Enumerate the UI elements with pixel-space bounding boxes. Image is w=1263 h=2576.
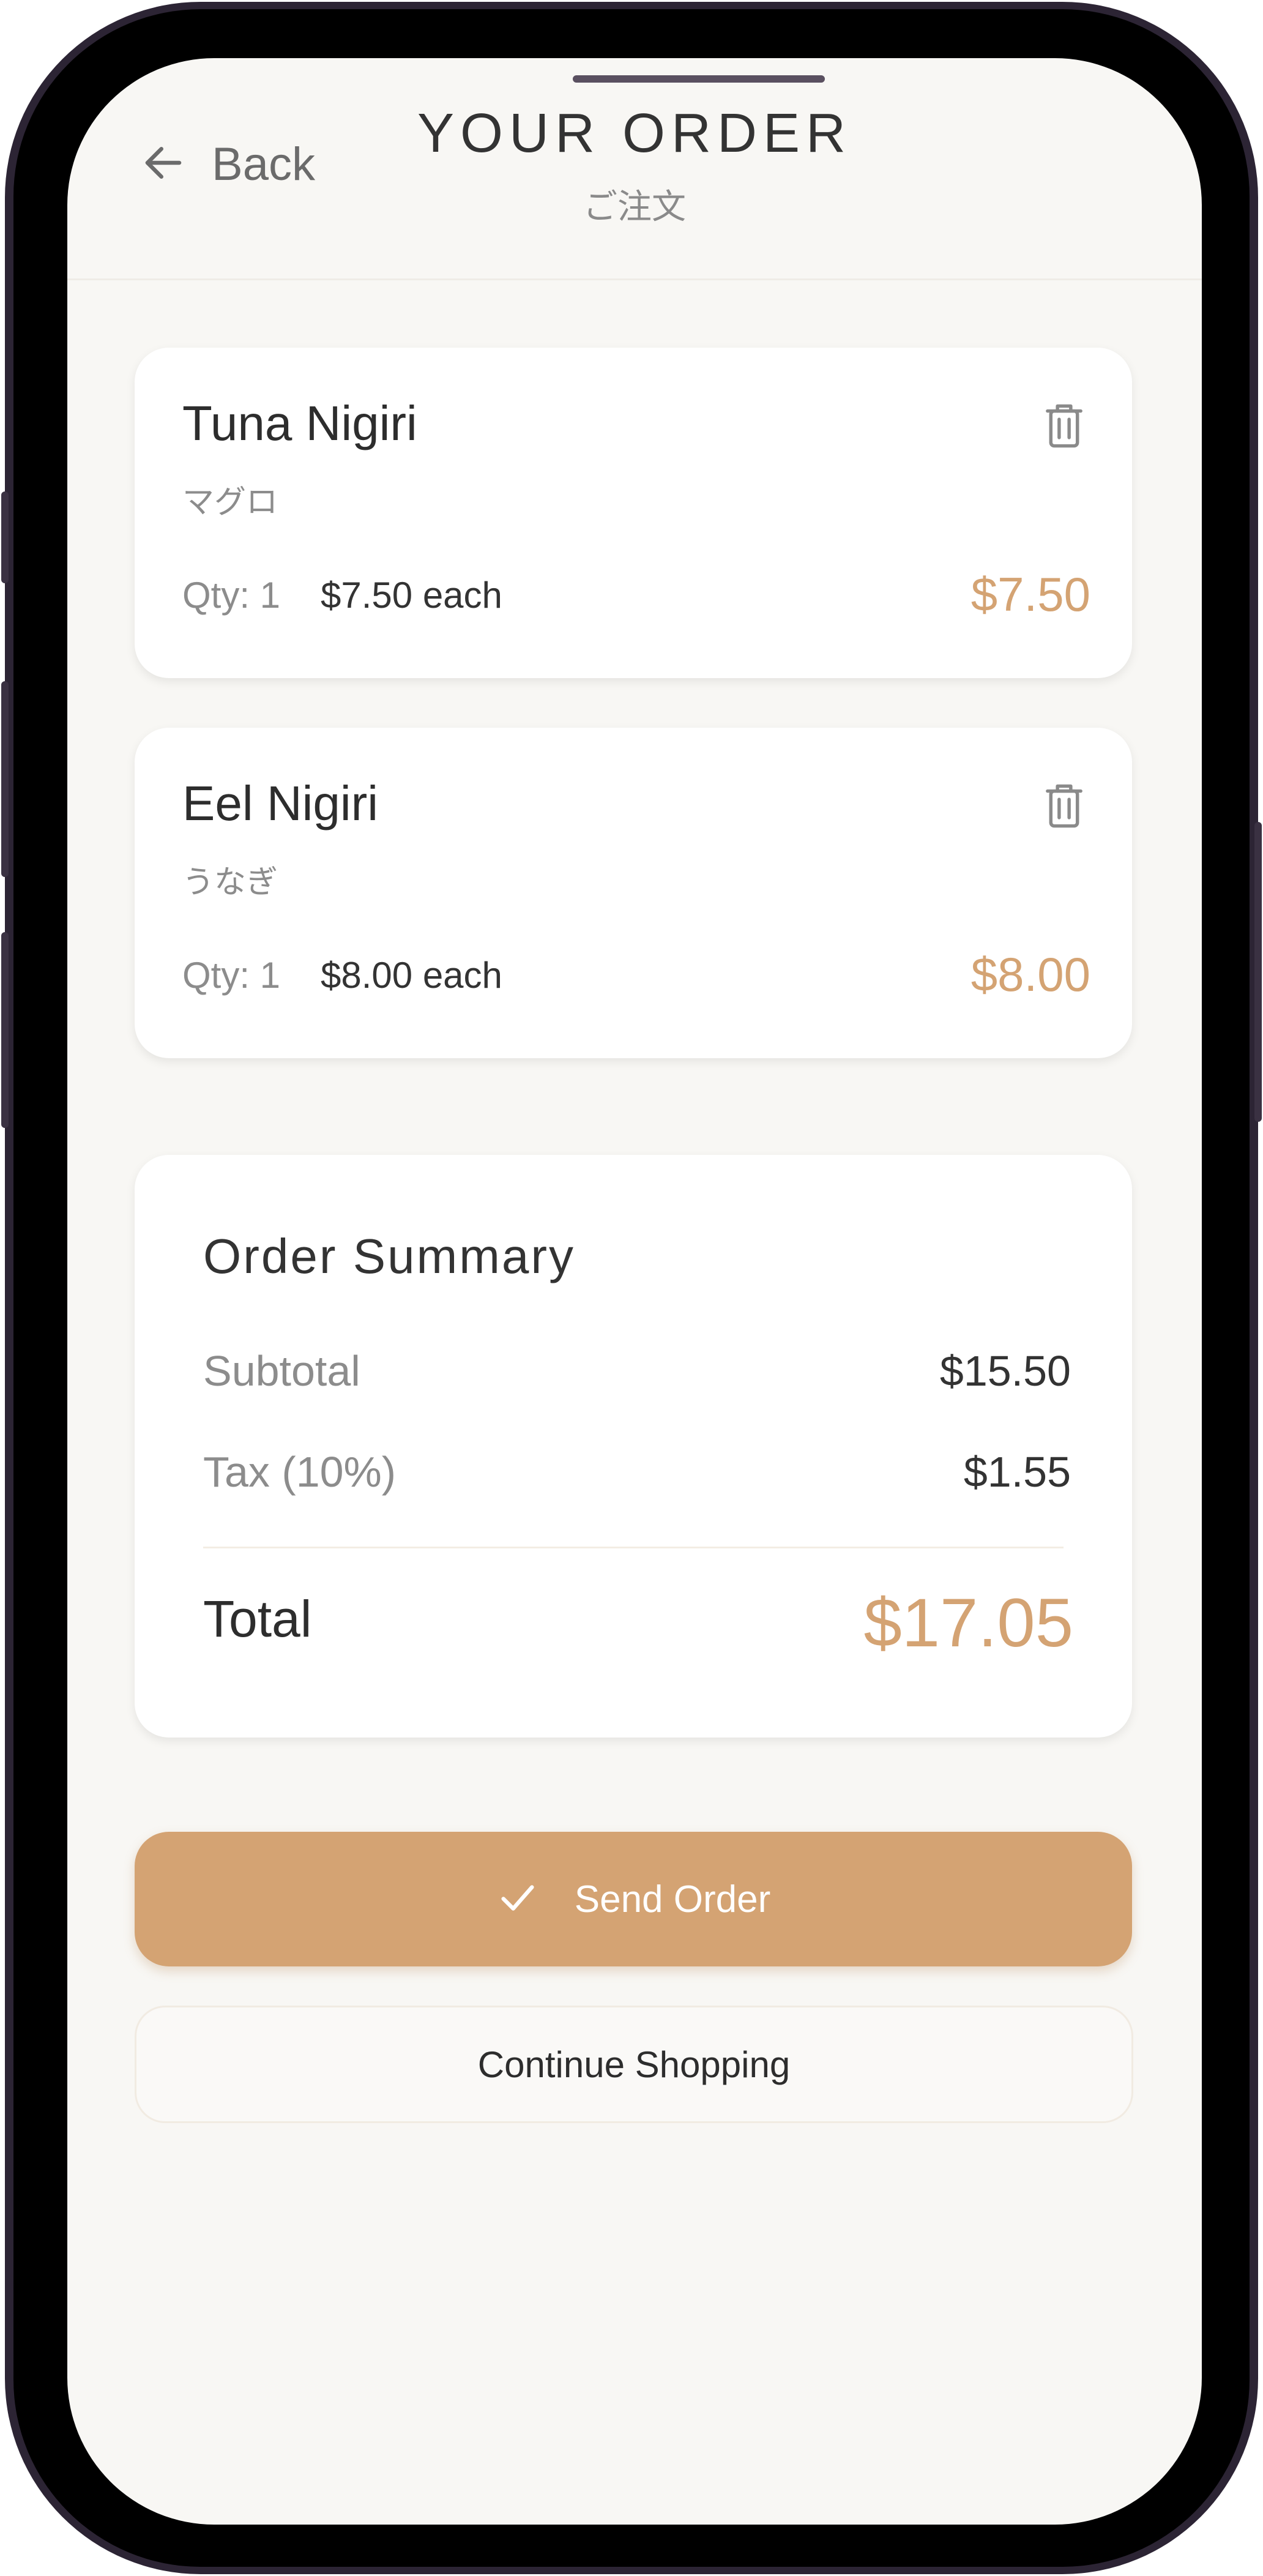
page-title: YOUR ORDER — [417, 103, 852, 164]
order-summary-card: Order Summary Subtotal $15.50 Tax (10%) … — [135, 1155, 1132, 1738]
continue-shopping-button[interactable]: Continue Shopping — [135, 2006, 1133, 2123]
item-line-total: $8.00 — [971, 947, 1090, 1001]
item-name: Tuna Nigiri — [182, 396, 417, 450]
continue-shopping-label: Continue Shopping — [477, 2044, 791, 2085]
item-quantity: Qty: 1 — [182, 955, 281, 996]
order-item-card: Eel Nigiri うなぎ Qty: 1 $8.00 each $8.00 — [135, 728, 1132, 1058]
send-order-label: Send Order — [574, 1878, 771, 1921]
item-line-total: $7.50 — [971, 567, 1090, 621]
item-unit-price: $8.00 each — [321, 955, 502, 996]
side-button-left-low — [1, 932, 9, 1128]
check-icon — [496, 1876, 575, 1922]
header: Back YOUR ORDER ご注文 — [67, 58, 1202, 280]
item-name-jp: マグロ — [182, 485, 278, 520]
total-value: $17.05 — [863, 1585, 1073, 1661]
tax-value: $1.55 — [963, 1448, 1071, 1496]
item-unit-price: $7.50 each — [321, 575, 502, 616]
item-quantity: Qty: 1 — [182, 575, 281, 616]
side-button-left-mid — [1, 681, 9, 877]
app-screen: Back YOUR ORDER ご注文 Tuna Nigiri マグロ Qty:… — [67, 58, 1202, 2525]
phone-frame: Back YOUR ORDER ご注文 Tuna Nigiri マグロ Qty:… — [1, 2, 1262, 2574]
trash-icon[interactable] — [1044, 403, 1084, 449]
tax-label: Tax (10%) — [203, 1448, 397, 1496]
subtotal-value: $15.50 — [939, 1347, 1071, 1395]
summary-divider — [203, 1547, 1064, 1548]
page-subtitle: ご注文 — [583, 187, 686, 226]
total-label: Total — [203, 1590, 312, 1648]
trash-icon[interactable] — [1044, 783, 1084, 829]
order-item-card: Tuna Nigiri マグロ Qty: 1 $7.50 each $7.50 — [135, 348, 1132, 678]
summary-title: Order Summary — [203, 1229, 575, 1283]
side-button-left-top — [1, 491, 9, 583]
send-order-button[interactable]: Send Order — [135, 1832, 1132, 1966]
side-button-right — [1254, 822, 1262, 1122]
item-name: Eel Nigiri — [182, 776, 379, 831]
subtotal-label: Subtotal — [203, 1347, 360, 1395]
item-name-jp: うなぎ — [182, 865, 278, 900]
